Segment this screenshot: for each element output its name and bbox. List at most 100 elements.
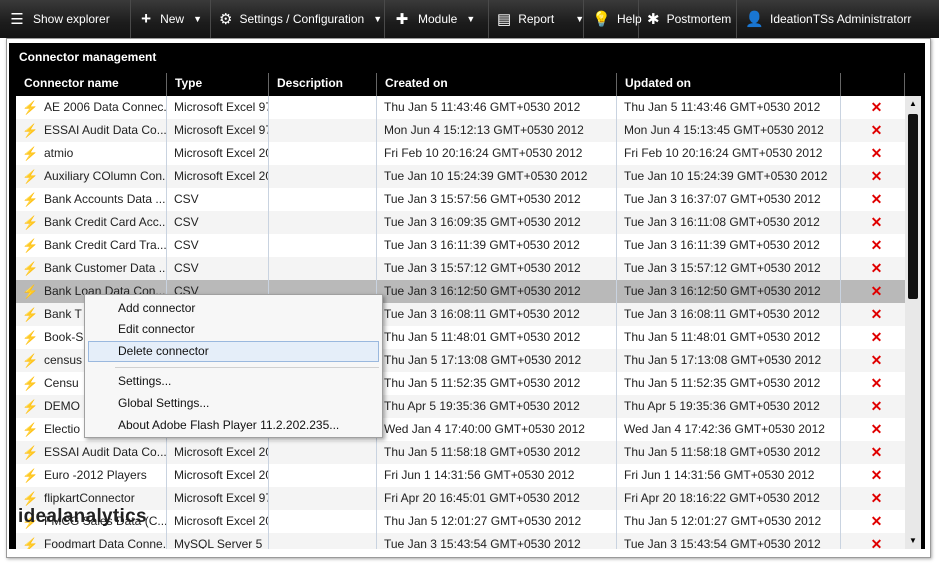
header-type[interactable]: Type	[167, 73, 269, 96]
table-row[interactable]: ⚡ ESSAI Audit Data Co... Microsoft Excel 9…	[16, 119, 905, 142]
connector-name-text: Bank Accounts Data ...	[44, 192, 166, 206]
plug-icon: ⚡	[22, 100, 39, 115]
cell-created-on: Tue Jan 3 16:11:39 GMT+0530 2012	[377, 234, 617, 257]
cell-description	[269, 234, 377, 257]
plug-icon: ⚡	[22, 468, 39, 483]
cell-description	[269, 211, 377, 234]
header-connector-name[interactable]: Connector name	[16, 73, 167, 96]
cell-type: Microsoft Excel 200	[167, 441, 269, 464]
cell-updated-on: Thu Jan 5 11:52:35 GMT+0530 2012	[617, 372, 841, 395]
plug-icon: ⚡	[22, 422, 39, 437]
delete-icon[interactable]: ✕	[841, 257, 905, 280]
table-row[interactable]: ⚡ Bank Credit Card Tra... CSV Tue Jan 3 16:…	[16, 234, 905, 257]
module-menu-button[interactable]: ✚ Module ▼	[385, 0, 489, 38]
user-label: IdeationTSs Administratorr	[770, 12, 912, 26]
scroll-down-icon[interactable]: ▼	[905, 535, 921, 547]
table-row[interactable]: ⚡ ESSAI Audit Data Co... Microsoft Excel 2…	[16, 441, 905, 464]
menu-delete-connector[interactable]: Delete connector	[88, 341, 379, 362]
delete-icon[interactable]: ✕	[841, 188, 905, 211]
header-created-on[interactable]: Created on	[377, 73, 617, 96]
cell-updated-on: Thu Jan 5 11:43:46 GMT+0530 2012	[617, 96, 841, 119]
cell-updated-on: Tue Jan 3 16:12:50 GMT+0530 2012	[617, 280, 841, 303]
connector-name-text: Foodmart Data Conne...	[44, 537, 167, 549]
top-toolbar: ☰ Show explorer + New ▼ ⚙ Settings / Con…	[0, 0, 939, 38]
cell-created-on: Tue Jan 3 15:57:12 GMT+0530 2012	[377, 257, 617, 280]
bug-icon: ✱	[647, 11, 660, 28]
module-label: Module	[418, 12, 458, 26]
scroll-thumb[interactable]	[908, 114, 918, 299]
new-menu-button[interactable]: + New ▼	[131, 0, 211, 38]
new-label: New	[160, 12, 185, 26]
scroll-up-icon[interactable]: ▲	[905, 98, 921, 110]
delete-icon[interactable]: ✕	[841, 395, 905, 418]
report-menu-button[interactable]: ▤ Report ▼	[489, 0, 584, 38]
plug-icon: ⚡	[22, 537, 39, 549]
cell-connector-name: ⚡ Auxiliary COlumn Con...	[16, 165, 167, 188]
delete-icon[interactable]: ✕	[841, 418, 905, 441]
delete-icon[interactable]: ✕	[841, 487, 905, 510]
show-explorer-label: Show explorer	[33, 12, 110, 26]
cell-description	[269, 487, 377, 510]
plug-icon: ⚡	[22, 261, 39, 276]
cell-created-on: Thu Jan 5 11:52:35 GMT+0530 2012	[377, 372, 617, 395]
cell-description	[269, 188, 377, 211]
delete-icon[interactable]: ✕	[841, 372, 905, 395]
plug-icon: ⚡	[22, 238, 39, 253]
plug-icon: ⚡	[22, 330, 39, 345]
delete-icon[interactable]: ✕	[841, 142, 905, 165]
delete-icon[interactable]: ✕	[841, 326, 905, 349]
cell-connector-name: ⚡ Bank Customer Data ...	[16, 257, 167, 280]
cell-description	[269, 510, 377, 533]
menu-edit-connector[interactable]: Edit connector	[88, 319, 379, 340]
table-row[interactable]: ⚡ Foodmart Data Conne... MySQL Server 5 Tue…	[16, 533, 905, 549]
delete-icon[interactable]: ✕	[841, 349, 905, 372]
cell-updated-on: Fri Apr 20 18:16:22 GMT+0530 2012	[617, 487, 841, 510]
delete-icon[interactable]: ✕	[841, 510, 905, 533]
table-row[interactable]: ⚡ AE 2006 Data Connec... Microsoft Excel 9…	[16, 96, 905, 119]
chevron-down-icon: ▼	[193, 14, 202, 24]
header-description[interactable]: Description	[269, 73, 377, 96]
menu-add-connector[interactable]: Add connector	[88, 298, 379, 319]
table-row[interactable]: ⚡ atmio Microsoft Excel 200 Fri Feb 10 20:1…	[16, 142, 905, 165]
user-menu-button[interactable]: 👤 IdeationTSs Administratorr	[737, 0, 939, 38]
table-row[interactable]: ⚡ flipkartConnector Microsoft Excel 97- Fri…	[16, 487, 905, 510]
help-button[interactable]: 💡 Help	[584, 0, 642, 38]
connector-name-text: AE 2006 Data Connec...	[44, 100, 167, 114]
plug-icon: ⚡	[22, 123, 39, 138]
delete-icon[interactable]: ✕	[841, 234, 905, 257]
cell-connector-name: ⚡ Euro -2012 Players	[16, 464, 167, 487]
delete-icon[interactable]: ✕	[841, 211, 905, 234]
table-row[interactable]: ⚡ Auxiliary COlumn Con... Microsoft Excel …	[16, 165, 905, 188]
delete-icon[interactable]: ✕	[841, 119, 905, 142]
cell-updated-on: Tue Jan 3 15:57:12 GMT+0530 2012	[617, 257, 841, 280]
connector-name-text: Bank T	[44, 307, 82, 321]
delete-icon[interactable]: ✕	[841, 303, 905, 326]
cell-updated-on: Thu Jan 5 17:13:08 GMT+0530 2012	[617, 349, 841, 372]
table-row[interactable]: ⚡ Bank Credit Card Acc... CSV Tue Jan 3 16:…	[16, 211, 905, 234]
lightbulb-icon: 💡	[592, 11, 611, 28]
delete-icon[interactable]: ✕	[841, 280, 905, 303]
header-updated-on[interactable]: Updated on	[617, 73, 841, 96]
vertical-scrollbar[interactable]: ▲ ▼	[905, 96, 921, 549]
postmortem-label: Postmortem	[666, 12, 732, 26]
cell-type: Microsoft Excel 200	[167, 510, 269, 533]
table-row[interactable]: ⚡ Bank Customer Data ... CSV Tue Jan 3 15:5…	[16, 257, 905, 280]
table-row[interactable]: ⚡ Bank Accounts Data ... CSV Tue Jan 3 15:5…	[16, 188, 905, 211]
show-explorer-button[interactable]: ☰ Show explorer	[0, 0, 131, 38]
plug-icon: ⚡	[22, 445, 39, 460]
cell-updated-on: Thu Jan 5 11:58:18 GMT+0530 2012	[617, 441, 841, 464]
logo-part-ideal: ideal	[18, 506, 63, 527]
delete-icon[interactable]: ✕	[841, 464, 905, 487]
delete-icon[interactable]: ✕	[841, 165, 905, 188]
menu-about-flash[interactable]: About Adobe Flash Player 11.2.202.235...	[88, 415, 379, 436]
delete-icon[interactable]: ✕	[841, 441, 905, 464]
settings-menu-button[interactable]: ⚙ Settings / Configuration ▼	[211, 0, 385, 38]
menu-settings[interactable]: Settings...	[88, 371, 379, 392]
table-row[interactable]: ⚡ FMCG Sales Data (C... Microsoft Excel 20…	[16, 510, 905, 533]
delete-icon[interactable]: ✕	[841, 533, 905, 549]
menu-global-settings[interactable]: Global Settings...	[88, 393, 379, 414]
cell-connector-name: ⚡ atmio	[16, 142, 167, 165]
table-row[interactable]: ⚡ Euro -2012 Players Microsoft Excel 200 Fr…	[16, 464, 905, 487]
delete-icon[interactable]: ✕	[841, 96, 905, 119]
postmortem-button[interactable]: ✱ Postmortem	[639, 0, 737, 38]
